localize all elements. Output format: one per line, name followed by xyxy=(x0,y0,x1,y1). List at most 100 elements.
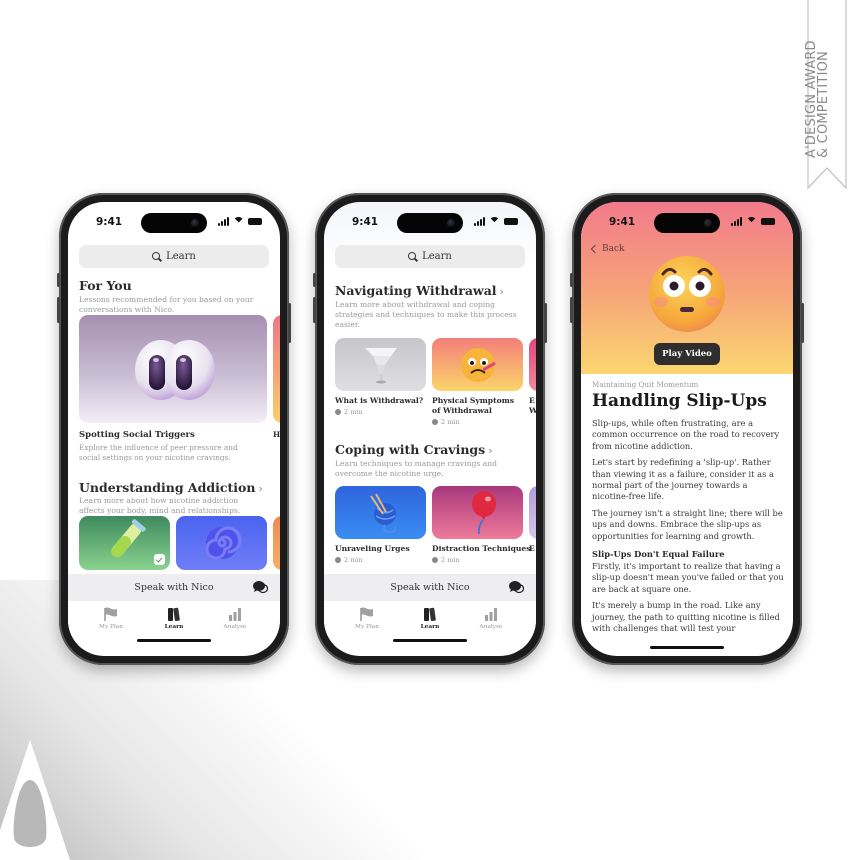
side-button xyxy=(570,273,573,287)
status-time: 9:41 xyxy=(609,216,636,228)
featured-lesson-card[interactable] xyxy=(79,315,267,423)
lesson-title: What is Withdrawal? xyxy=(335,396,424,405)
section-title-understanding-addiction[interactable]: Understanding Addiction › xyxy=(79,480,263,495)
section-desc-cravings: Learn techniques to manage cravings and … xyxy=(335,459,497,478)
phone-lesson-detail: 9:41 Back Play Video Maintaining Quit Mo… xyxy=(570,193,804,665)
speak-with-nico-button[interactable]: Speak with Nico xyxy=(324,574,536,601)
section-title-coping-with-cravings[interactable]: Coping with Cravings › xyxy=(335,442,493,457)
chevron-right-icon: › xyxy=(488,444,493,457)
wifi-icon xyxy=(489,217,500,226)
lesson-card-unraveling-urges[interactable] xyxy=(335,486,426,539)
lesson-title: Distraction Techniques xyxy=(432,544,531,553)
lesson-title: Unraveling Urges xyxy=(335,544,410,553)
eyes-emoji-icon xyxy=(135,340,215,400)
signal-icon xyxy=(731,217,742,226)
featured-lesson-title: Spotting Social Triggers xyxy=(79,430,195,440)
play-video-button[interactable]: Play Video xyxy=(654,343,720,365)
lesson-article: Maintaining Quit Momentum Handling Slip-… xyxy=(592,380,784,640)
power-button xyxy=(544,303,547,343)
chat-bubbles-icon xyxy=(253,581,268,594)
section-desc-for-you: Lessons recommended for you based on you… xyxy=(79,295,254,314)
article-paragraph: Let's start by redefining a 'slip-up'. R… xyxy=(592,457,774,502)
section-title-navigating-withdrawal[interactable]: Navigating Withdrawal › xyxy=(335,283,504,298)
article-paragraph: The journey isn't a straight line; there… xyxy=(592,507,783,541)
article-subheading: Slip-Ups Don't Equal Failure xyxy=(592,549,725,560)
section-desc-understanding-addiction: Learn more about how nicotine addiction … xyxy=(79,496,241,515)
home-indicator[interactable] xyxy=(393,639,467,642)
balloon-icon xyxy=(472,491,496,535)
tab-analyse[interactable]: Analyse xyxy=(210,607,260,630)
status-time: 9:41 xyxy=(96,216,123,228)
dynamic-island xyxy=(141,213,207,233)
chevron-right-icon: › xyxy=(499,285,504,298)
screen: 9:41 Learn Navigating Withdrawal › Learn … xyxy=(324,202,536,656)
speak-label: Speak with Nico xyxy=(390,582,470,593)
lesson-duration: 2 min xyxy=(432,418,460,426)
flag-icon xyxy=(104,607,117,621)
battery-icon xyxy=(248,218,262,225)
withdrawal-cards xyxy=(335,338,536,391)
home-indicator[interactable] xyxy=(650,646,724,649)
search-label: Learn xyxy=(166,251,196,262)
side-button xyxy=(57,273,60,287)
search-icon xyxy=(408,251,418,262)
screen: 9:41 Learn For You Lessons recommended f… xyxy=(68,202,280,656)
lesson-category: Maintaining Quit Momentum xyxy=(592,380,699,389)
phone-learn-topics: 9:41 Learn Navigating Withdrawal › Learn … xyxy=(313,193,547,665)
tab-learn[interactable]: Learn xyxy=(405,607,455,630)
home-indicator[interactable] xyxy=(137,639,211,642)
next-lesson-title: H xyxy=(273,430,280,439)
search-bar[interactable]: Learn xyxy=(335,245,525,268)
lesson-card-distraction-techniques[interactable] xyxy=(432,486,523,539)
section-title-text: Coping with Cravings xyxy=(335,442,486,457)
battery-icon xyxy=(761,218,775,225)
battery-icon xyxy=(504,218,518,225)
lesson-title: Physical Symptoms of Withdrawal xyxy=(432,396,514,415)
chevron-left-icon xyxy=(590,244,600,254)
tornado-icon xyxy=(365,348,397,384)
section-title-text: Understanding Addiction xyxy=(79,480,256,495)
next-lesson-card[interactable] xyxy=(273,315,280,423)
bar-chart-icon xyxy=(229,608,241,621)
phone-learn-for-you: 9:41 Learn For You Lessons recommended f… xyxy=(57,193,291,665)
status-time: 9:41 xyxy=(352,216,379,228)
lesson-duration: 2 min xyxy=(432,556,460,564)
lesson-title-peek: E xyxy=(529,544,535,553)
lesson-card-peek[interactable] xyxy=(273,516,280,570)
tab-learn[interactable]: Learn xyxy=(149,607,199,630)
back-button[interactable]: Back xyxy=(590,244,625,254)
power-button xyxy=(288,303,291,343)
lesson-card-physical-symptoms[interactable] xyxy=(432,338,523,391)
speak-with-nico-button[interactable]: Speak with Nico xyxy=(68,574,280,601)
back-label: Back xyxy=(602,244,625,254)
spiral-icon xyxy=(205,526,242,560)
search-icon xyxy=(152,251,162,262)
wifi-icon xyxy=(233,217,244,226)
volume-up-button xyxy=(57,297,60,323)
search-bar[interactable]: Learn xyxy=(79,245,269,268)
lesson-card-test-tube[interactable] xyxy=(79,516,170,570)
tab-analyse[interactable]: Analyse xyxy=(466,607,516,630)
clock-icon xyxy=(335,557,341,563)
article-paragraph: Slip-ups, while often frustrating, are a… xyxy=(592,418,780,451)
lesson-card-what-is-withdrawal[interactable] xyxy=(335,338,426,391)
chevron-right-icon: › xyxy=(258,482,263,495)
books-icon xyxy=(168,607,180,621)
lesson-card-peek[interactable] xyxy=(529,338,536,391)
section-title-for-you: For You xyxy=(79,278,132,293)
award-line-2: & COMPETITION xyxy=(816,51,831,158)
lesson-title: Handling Slip-Ups xyxy=(592,391,767,411)
lesson-card-spiral[interactable] xyxy=(176,516,267,570)
award-logo-icon xyxy=(0,740,70,860)
tab-bar: My Plan Learn Analyse xyxy=(324,601,536,649)
tab-my-plan[interactable]: My Plan xyxy=(86,607,136,630)
wifi-icon xyxy=(746,217,757,226)
signal-icon xyxy=(218,217,229,226)
lesson-title-peek: E W xyxy=(529,396,536,415)
volume-up-button xyxy=(570,297,573,323)
books-icon xyxy=(424,607,436,621)
tab-my-plan[interactable]: My Plan xyxy=(342,607,392,630)
lesson-card-peek[interactable] xyxy=(529,486,536,539)
section-title-text: Navigating Withdrawal xyxy=(335,283,497,298)
understanding-cards xyxy=(79,516,280,570)
